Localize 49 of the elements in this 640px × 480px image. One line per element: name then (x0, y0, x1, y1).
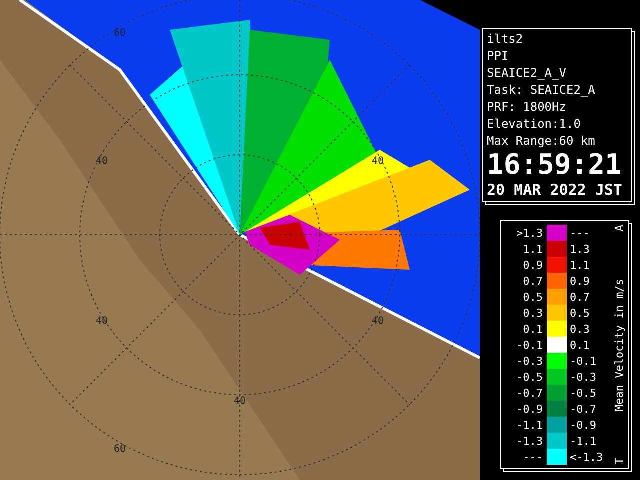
info-text: Elevation:1.0 (487, 116, 582, 133)
legend-title: Mean Velocity in m/s (612, 278, 626, 412)
legend-value: -1.1 (516, 418, 543, 432)
legend-value: >1.3 (516, 226, 543, 240)
legend-value: -0.7 (516, 386, 543, 400)
legend-value: -0.7 (570, 402, 598, 416)
legend-value: 1.1 (522, 242, 543, 256)
range-label: 40 (372, 316, 384, 327)
info-text: PRF: 1800Hz (487, 99, 568, 116)
date-text: 20 MAR 2022 JST (487, 180, 622, 200)
legend-value: -0.5 (570, 386, 598, 400)
legend-value: 0.1 (522, 322, 543, 336)
range-label: 40 (96, 316, 108, 327)
legend-value: 0.7 (570, 290, 591, 304)
legend-value: -0.3 (516, 354, 543, 368)
range-label: 60 (114, 444, 126, 455)
info-text: ilts2 (487, 31, 524, 48)
legend-value: -0.1 (570, 354, 598, 368)
legend-value: -0.1 (516, 338, 543, 352)
legend-value: 1.1 (570, 258, 591, 272)
legend-value: -1.1 (570, 434, 598, 448)
range-label: 40 (234, 396, 246, 407)
legend-value: 1.3 (570, 242, 591, 256)
legend-value: 0.3 (570, 322, 591, 336)
info-text: Max Range:60 km (487, 133, 596, 150)
legend-value: -0.9 (516, 402, 543, 416)
legend-value: 0.5 (522, 290, 543, 304)
info-text: PPI (487, 48, 510, 65)
legend-value: -1.3 (516, 434, 543, 448)
legend-value: 0.5 (570, 306, 591, 320)
legend-mark: A (612, 225, 626, 232)
legend-value: 0.9 (570, 274, 591, 288)
legend-value: -0.3 (570, 370, 598, 384)
legend-value: -0.5 (516, 370, 543, 384)
time-text: 16:59:21 (487, 150, 623, 180)
legend-value: 0.1 (570, 338, 591, 352)
info-text: Task: SEAICE2_A (487, 82, 596, 99)
legend-value: <-1.3 (570, 450, 604, 464)
legend-value: --- (522, 450, 543, 464)
legend-value: --- (570, 226, 591, 240)
range-label: 40 (96, 156, 108, 167)
legend-mark: T (612, 458, 626, 465)
info-text: SEAICE2_A_V (487, 65, 568, 82)
legend-value: 0.7 (522, 274, 543, 288)
range-label: 40 (372, 156, 384, 167)
legend-value: -0.9 (570, 418, 598, 432)
legend-value: 0.9 (522, 258, 543, 272)
legend-value: 0.3 (522, 306, 543, 320)
range-label: 60 (114, 28, 126, 39)
